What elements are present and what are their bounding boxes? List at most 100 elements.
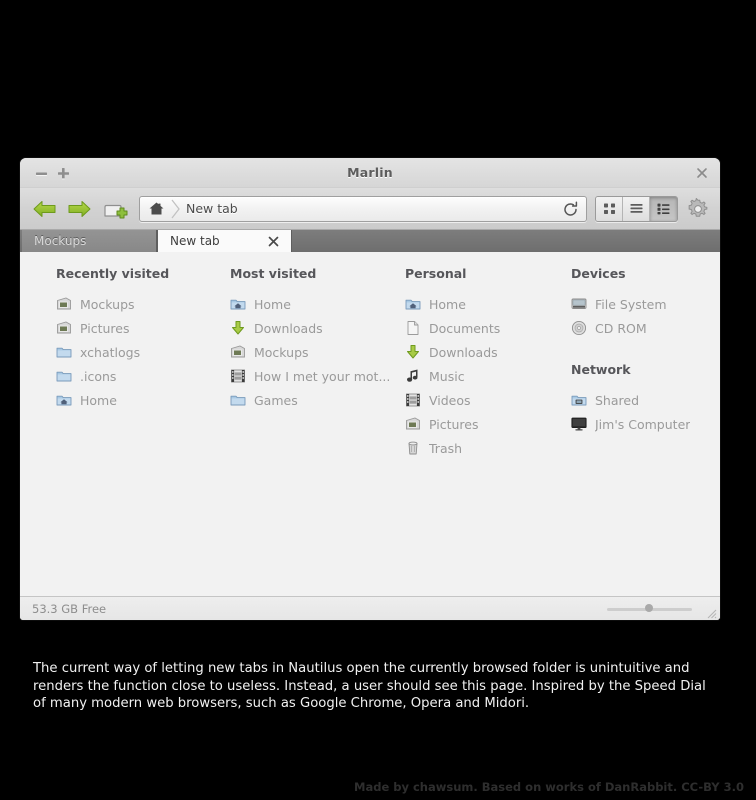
reload-icon[interactable] [559, 199, 581, 221]
list-item-label: Downloads [429, 344, 498, 360]
list-item[interactable]: Home [56, 388, 226, 412]
new-tab-button[interactable] [100, 196, 130, 222]
list-item[interactable]: Documents [405, 316, 565, 340]
list-item[interactable]: Shared [571, 388, 711, 412]
video-icon [230, 368, 246, 384]
cdrom-icon [571, 320, 587, 336]
list-item[interactable]: Games [230, 388, 400, 412]
list-item-label: Home [80, 392, 117, 408]
list-item[interactable]: Videos [405, 388, 565, 412]
column-heading: Network [571, 362, 631, 377]
view-mode-list-view[interactable] [623, 196, 650, 221]
list-item[interactable]: Jim's Computer [571, 412, 711, 436]
list-item-label: Videos [429, 392, 471, 408]
settings-gear-icon[interactable] [686, 197, 710, 221]
free-space-label: 53.3 GB Free [32, 601, 107, 616]
list-item-label: How I met your mot... [254, 368, 391, 384]
column-personal: Personal Home Documents Downloads Music … [405, 266, 565, 460]
list-item[interactable]: Mockups [230, 340, 400, 364]
list-item-label: Shared [595, 392, 640, 408]
list-item-label: File System [595, 296, 667, 312]
location-bar[interactable]: New tab [139, 195, 587, 222]
list-item-label: xchatlogs [80, 344, 141, 360]
window-title: Marlin [347, 165, 393, 180]
pictures-folder-icon [56, 296, 72, 312]
list-item-label: Downloads [254, 320, 323, 336]
pictures-folder-icon [405, 416, 421, 432]
list-item-label: Documents [429, 320, 501, 336]
list-item[interactable]: How I met your mot... [230, 364, 400, 388]
list-item[interactable]: Pictures [56, 316, 226, 340]
trash-icon [405, 440, 421, 456]
caption-text: The current way of letting new tabs in N… [33, 661, 706, 712]
list-item[interactable]: Home [405, 292, 565, 316]
column-devices: Devices File System CD ROM [571, 266, 711, 340]
list-item-label: Home [429, 296, 466, 312]
close-icon[interactable] [694, 165, 710, 181]
column-most-visited: Most visited Home Downloads Mockups How … [230, 266, 400, 412]
zoom-slider-handle[interactable] [645, 604, 653, 612]
toolbar: New tab [20, 188, 720, 230]
folder-icon [56, 368, 72, 384]
forward-button[interactable] [64, 196, 94, 222]
list-item-label: Mockups [254, 344, 309, 360]
pictures-folder-icon [56, 320, 72, 336]
title-bar: Marlin [20, 158, 720, 188]
list-item-label: Music [429, 368, 465, 384]
list-item[interactable]: Downloads [230, 316, 400, 340]
back-button[interactable] [30, 196, 60, 222]
file-manager-window: Marlin New tab Mockups New tab Recently … [20, 158, 720, 620]
breadcrumb-home-icon[interactable] [142, 197, 170, 221]
list-item-label: Trash [429, 440, 463, 456]
tab-mockups[interactable]: Mockups [22, 230, 157, 252]
column-heading: Devices [571, 266, 626, 281]
list-item[interactable]: File System [571, 292, 711, 316]
tab-new-tab[interactable]: New tab [157, 230, 292, 252]
list-item[interactable]: Music [405, 364, 565, 388]
view-mode-column-view[interactable] [650, 196, 677, 221]
list-item[interactable]: Home [230, 292, 400, 316]
downloads-icon [405, 344, 421, 360]
list-item-label: CD ROM [595, 320, 647, 336]
list-item-label: Mockups [80, 296, 135, 312]
list-item[interactable]: .icons [56, 364, 226, 388]
harddisk-icon [571, 296, 587, 312]
computer-icon [571, 416, 587, 432]
music-note-icon [405, 368, 421, 384]
tab-close-icon[interactable] [267, 235, 279, 247]
breadcrumb-label[interactable]: New tab [186, 201, 238, 216]
list-item[interactable]: xchatlogs [56, 340, 226, 364]
view-mode-switcher[interactable] [595, 195, 678, 222]
list-item-label: Pictures [429, 416, 479, 432]
home-folder-icon [405, 296, 421, 312]
list-item[interactable]: Downloads [405, 340, 565, 364]
list-item-label: Pictures [80, 320, 130, 336]
column-heading: Personal [405, 266, 467, 281]
column-network: Network Shared Jim's Computer [571, 362, 711, 436]
tab-label: New tab [170, 234, 220, 248]
breadcrumb-separator-icon [170, 197, 182, 221]
home-folder-icon [230, 296, 246, 312]
list-item-label: Jim's Computer [595, 416, 691, 432]
resize-grip[interactable] [703, 604, 717, 619]
shared-folder-icon [571, 392, 587, 408]
video-icon [405, 392, 421, 408]
view-mode-icon-view[interactable] [596, 196, 623, 221]
document-icon [405, 320, 421, 336]
downloads-icon [230, 320, 246, 336]
column-heading: Most visited [230, 266, 317, 281]
status-bar: 53.3 GB Free [20, 596, 720, 620]
list-item-label: Games [254, 392, 298, 408]
list-item[interactable]: Mockups [56, 292, 226, 316]
zoom-slider[interactable] [607, 604, 692, 612]
column-recently-visited: Recently visited Mockups Pictures xchatl… [56, 266, 226, 412]
tab-label: Mockups [34, 234, 87, 248]
list-item-label: Home [254, 296, 291, 312]
list-item[interactable]: Trash [405, 436, 565, 460]
list-item[interactable]: CD ROM [571, 316, 711, 340]
new-tab-content: Recently visited Mockups Pictures xchatl… [20, 252, 720, 596]
pictures-folder-icon [230, 344, 246, 360]
folder-icon [230, 392, 246, 408]
list-item[interactable]: Pictures [405, 412, 565, 436]
home-folder-icon [56, 392, 72, 408]
